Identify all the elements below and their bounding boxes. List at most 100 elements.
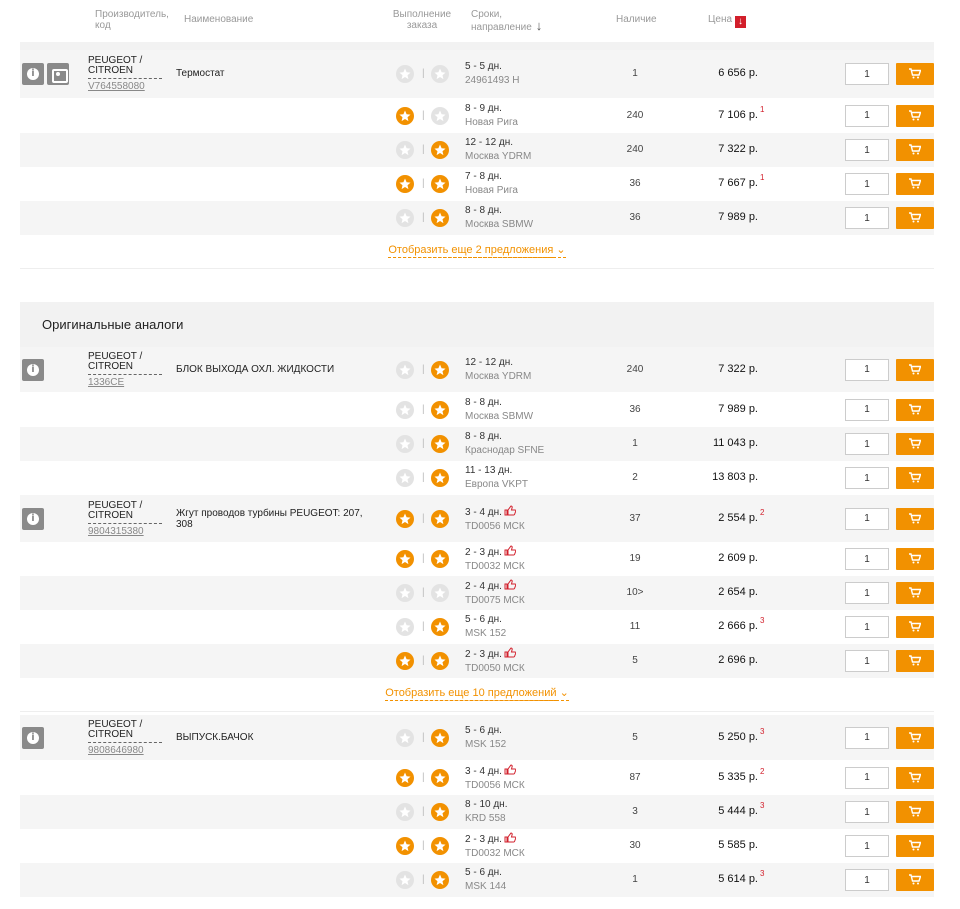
add-to-cart-button[interactable] bbox=[896, 507, 934, 530]
rating-separator: | bbox=[422, 144, 425, 155]
delivery-term: 11 - 13 дн. Европа VKPT bbox=[465, 464, 528, 492]
quantity-input[interactable] bbox=[845, 398, 889, 421]
header-price-sort[interactable]: Цена ↓ bbox=[708, 14, 747, 28]
term-days: 5 - 6 дн. bbox=[465, 614, 502, 625]
add-to-cart-button[interactable] bbox=[896, 173, 934, 195]
add-to-cart-button[interactable] bbox=[896, 433, 934, 455]
rating-separator: | bbox=[422, 655, 425, 666]
rating-star-icon bbox=[395, 802, 415, 822]
info-icon[interactable] bbox=[22, 507, 44, 530]
price-footnote[interactable]: 3 bbox=[760, 869, 764, 878]
price-footnote[interactable]: 1 bbox=[760, 173, 764, 182]
price-value: 5 614 р. bbox=[718, 873, 758, 885]
price: 11 043 р. bbox=[660, 437, 758, 449]
add-to-cart-button[interactable] bbox=[896, 207, 934, 229]
part-code-link[interactable]: 1336CE bbox=[88, 377, 162, 388]
quantity-input[interactable] bbox=[845, 766, 889, 789]
chevron-down-icon: ⌄ bbox=[559, 687, 569, 699]
quantity-input[interactable] bbox=[845, 869, 889, 891]
table-row: | 2 - 3 дн. TD0032 МСК 19 2 609 р. bbox=[20, 542, 934, 576]
rating-star-icon bbox=[395, 651, 415, 671]
price-footnote[interactable]: 3 bbox=[760, 616, 764, 625]
quantity-input[interactable] bbox=[845, 582, 889, 604]
quantity-input[interactable] bbox=[845, 139, 889, 161]
add-to-cart-button[interactable] bbox=[896, 467, 934, 489]
add-to-cart-button[interactable] bbox=[896, 650, 934, 672]
add-to-cart-button[interactable] bbox=[896, 801, 934, 823]
thumbs-up-icon bbox=[502, 763, 516, 777]
rating-star-icon bbox=[430, 360, 450, 380]
add-to-cart-button[interactable] bbox=[896, 835, 934, 857]
quantity-input[interactable] bbox=[845, 173, 889, 195]
price-footnote[interactable]: 3 bbox=[760, 801, 764, 810]
photo-icon[interactable] bbox=[47, 63, 69, 85]
info-icon[interactable] bbox=[22, 358, 44, 381]
quantity-input[interactable] bbox=[845, 835, 889, 857]
show-more-offers: Отобразить еще 10 предложений ⌄ bbox=[20, 678, 934, 712]
rating-star-icon bbox=[395, 583, 415, 603]
quantity-input[interactable] bbox=[845, 726, 889, 749]
price-value: 2 609 р. bbox=[718, 552, 758, 564]
quantity-input[interactable] bbox=[845, 650, 889, 672]
add-to-cart-button[interactable] bbox=[896, 139, 934, 161]
quantity-input[interactable] bbox=[845, 507, 889, 530]
price-footnote[interactable]: 1 bbox=[760, 105, 764, 114]
quantity-input[interactable] bbox=[845, 207, 889, 229]
add-to-cart-button[interactable] bbox=[896, 63, 934, 85]
term-days: 8 - 8 дн. bbox=[465, 205, 502, 216]
price-value: 5 250 р. bbox=[718, 730, 758, 743]
term-days: 2 - 4 дн. bbox=[465, 581, 502, 592]
rating-star-icon bbox=[430, 106, 450, 126]
price-footnote[interactable]: 2 bbox=[760, 508, 764, 517]
add-to-cart-button[interactable] bbox=[896, 869, 934, 891]
price-value: 6 656 р. bbox=[718, 67, 758, 79]
info-icon[interactable] bbox=[22, 726, 44, 749]
part-code-link[interactable]: 9808646980 bbox=[88, 745, 162, 756]
price: 7 322 р. bbox=[660, 143, 758, 155]
part-name: Термостат bbox=[176, 68, 225, 79]
fulfillment-rating: | bbox=[395, 549, 455, 569]
term-days: 2 - 3 дн. bbox=[465, 834, 502, 845]
price-value: 5 335 р. bbox=[718, 770, 758, 783]
part-code-link[interactable]: V764558080 bbox=[88, 82, 162, 92]
add-to-cart-button[interactable] bbox=[896, 548, 934, 570]
table-header: Производитель, код Наименование Выполнени… bbox=[20, 0, 934, 42]
price-footnote[interactable]: 3 bbox=[760, 727, 764, 736]
delivery-term: 2 - 4 дн. TD0075 МСК bbox=[465, 579, 525, 608]
part-code-link[interactable]: 9804315380 bbox=[88, 526, 162, 537]
term-days: 3 - 4 дн. bbox=[465, 506, 502, 518]
rating-star-icon bbox=[430, 728, 450, 748]
price-footnote[interactable]: 2 bbox=[760, 767, 764, 776]
quantity-input[interactable] bbox=[845, 104, 889, 127]
add-to-cart-button[interactable] bbox=[896, 358, 934, 381]
delivery-term: 3 - 4 дн. TD0056 МСК bbox=[465, 763, 525, 793]
quantity-input[interactable] bbox=[845, 433, 889, 455]
price: 5 444 р. 3 bbox=[660, 801, 764, 817]
add-to-cart-button[interactable] bbox=[896, 104, 934, 127]
add-to-cart-button[interactable] bbox=[896, 582, 934, 604]
quantity-input[interactable] bbox=[845, 358, 889, 381]
quantity-input[interactable] bbox=[845, 548, 889, 570]
quantity-input[interactable] bbox=[845, 63, 889, 85]
rating-star-icon bbox=[395, 617, 415, 637]
add-to-cart-button[interactable] bbox=[896, 726, 934, 749]
rating-star-icon bbox=[395, 106, 415, 126]
fulfillment-rating: | bbox=[395, 400, 455, 420]
fulfillment-rating: | bbox=[395, 174, 455, 194]
quantity-input[interactable] bbox=[845, 467, 889, 489]
price-value: 2 696 р. bbox=[718, 654, 758, 666]
show-more-link[interactable]: Отобразить еще 10 предложений ⌄ bbox=[385, 687, 569, 701]
thumbs-up-icon bbox=[502, 832, 516, 845]
add-to-cart-button[interactable] bbox=[896, 398, 934, 421]
chevron-down-icon: ⌄ bbox=[556, 244, 566, 256]
term-days: 5 - 6 дн. bbox=[465, 724, 502, 736]
add-to-cart-button[interactable] bbox=[896, 616, 934, 638]
part-name: БЛОК ВЫХОДА ОХЛ. ЖИДКОСТИ bbox=[176, 363, 335, 375]
header-term-sort[interactable]: Сроки, направление ↓ bbox=[471, 9, 542, 33]
show-more-link[interactable]: Отобразить еще 2 предложения ⌄ bbox=[388, 244, 566, 258]
info-icon[interactable] bbox=[22, 63, 44, 85]
quantity-input[interactable] bbox=[845, 801, 889, 823]
manufacturer-brand: PEUGEOT / CITROEN bbox=[88, 56, 162, 79]
quantity-input[interactable] bbox=[845, 616, 889, 638]
add-to-cart-button[interactable] bbox=[896, 766, 934, 789]
